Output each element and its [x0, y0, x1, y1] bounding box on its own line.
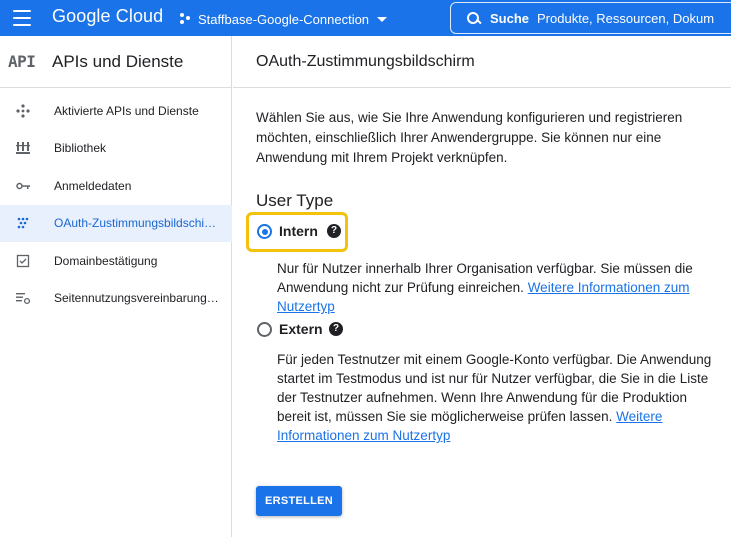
intern-label[interactable]: Intern [279, 223, 318, 239]
extern-label[interactable]: Extern [279, 321, 323, 337]
consent-dots-icon [16, 216, 30, 230]
sidebar-item-label: Aktivierte APIs und Dienste [54, 103, 199, 118]
sidebar-item-label: Anmeldedaten [54, 178, 132, 193]
sidebar-item-enabled-apis[interactable]: Aktivierte APIs und Dienste [0, 92, 232, 130]
sidebar-header: API APIs und Dienste [0, 36, 232, 88]
extern-description: Für jeden Testnutzer mit einem Google-Ko… [277, 350, 717, 445]
intro-text: Wählen Sie aus, wie Sie Ihre Anwendung k… [256, 110, 683, 165]
api-diamond-icon [16, 104, 30, 118]
extern-radio[interactable] [257, 322, 272, 337]
hamburger-menu-icon[interactable] [13, 10, 31, 26]
sidebar-item-library[interactable]: Bibliothek [0, 130, 232, 168]
intern-help-icon[interactable]: ? [327, 224, 341, 238]
sidebar: API APIs und Dienste Aktivierte APIs und… [0, 36, 232, 537]
sidebar-nav: Aktivierte APIs und Dienste Bibliothek A… [0, 92, 232, 317]
sidebar-item-page-usage-agreements[interactable]: Seitennutzungsvereinbarung… [0, 280, 232, 318]
settings-list-icon [16, 291, 31, 305]
create-button[interactable]: ERSTELLEN [256, 486, 342, 516]
google-cloud-logo[interactable]: Google Cloud [52, 6, 163, 27]
key-icon [16, 179, 30, 193]
checkbox-icon [16, 254, 30, 268]
search-label: Suche [490, 10, 530, 26]
main-header: OAuth-Zustimmungsbildschirm [233, 36, 731, 88]
project-name: Staffbase-Google-Connection [198, 11, 370, 27]
sidebar-item-label: OAuth-Zustimmungsbildschi… [54, 216, 217, 231]
library-icon [16, 141, 30, 155]
top-app-bar: Google Cloud Staffbase-Google-Connection… [0, 0, 731, 36]
chevron-down-icon [377, 16, 388, 22]
sidebar-item-label: Seitennutzungsvereinbarung… [54, 291, 219, 306]
main-content: OAuth-Zustimmungsbildschirm Wählen Sie a… [233, 36, 731, 537]
search-icon [467, 11, 480, 25]
api-logo-icon: API [8, 52, 36, 71]
sidebar-item-label: Domainbestätigung [54, 253, 158, 268]
project-selector[interactable]: Staffbase-Google-Connection [180, 10, 388, 28]
project-dots-icon [180, 13, 192, 25]
sidebar-item-label: Bibliothek [54, 141, 107, 156]
sidebar-title: APIs und Dienste [52, 52, 184, 71]
page-title: OAuth-Zustimmungsbildschirm [256, 53, 475, 70]
sidebar-item-domain-verification[interactable]: Domainbestätigung [0, 242, 232, 280]
intern-radio[interactable] [257, 224, 272, 239]
search-input[interactable]: Suche Produkte, Ressourcen, Dokum [450, 2, 731, 34]
search-placeholder: Produkte, Ressourcen, Dokum [537, 10, 715, 26]
sidebar-item-credentials[interactable]: Anmeldedaten [0, 167, 232, 205]
user-type-heading: User Type [256, 191, 334, 210]
intern-description: Nur für Nutzer innerhalb Ihrer Organisat… [277, 259, 717, 316]
sidebar-item-oauth-consent[interactable]: OAuth-Zustimmungsbildschi… [0, 204, 232, 242]
extern-help-icon[interactable]: ? [329, 322, 343, 336]
